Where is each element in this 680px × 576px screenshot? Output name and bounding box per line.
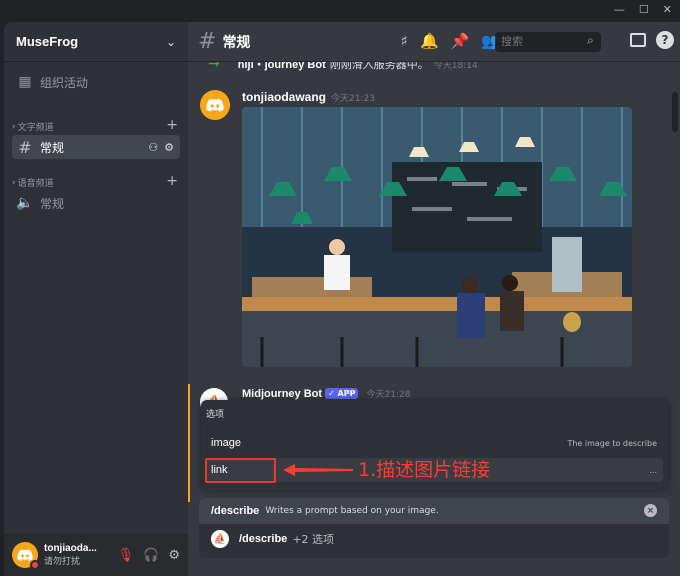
cafe-photo-icon (242, 107, 632, 367)
search-input[interactable] (495, 32, 601, 52)
search-icon[interactable]: ⌕ (587, 33, 594, 48)
add-channel-icon[interactable]: + (166, 173, 178, 189)
sidebar-item-general-voice[interactable]: 🔈 常规 (12, 192, 180, 214)
attached-image[interactable] (242, 107, 632, 367)
dnd-status-icon (30, 560, 40, 570)
command-description: Writes a prompt based on your image. (265, 506, 439, 516)
channel-header: # 常规 ♯ 🔔 📌 👥 ⌕ ? (188, 22, 680, 62)
command-input-bar: /describe Writes a prompt based on your … (199, 498, 669, 558)
message-author[interactable]: Midjourney Bot (242, 388, 322, 400)
discord-logo-icon (17, 549, 33, 561)
avatar[interactable] (200, 90, 230, 120)
timestamp: 今天21:28 (366, 390, 411, 400)
threads-icon[interactable]: ♯ (401, 32, 408, 50)
channel-sidebar: MuseFrog ⌄ ▦ 组织活动 › 文字频道 + # 常规 ⚇ ⚙ › 语音… (4, 22, 188, 576)
discord-logo-icon (206, 98, 224, 112)
user-name: tonjiaoda... (44, 543, 97, 554)
user-panel: tonjiaoda... 请勿打扰 🎙 🎧 ⚙ (4, 534, 188, 576)
scrollbar[interactable] (672, 92, 678, 132)
sailboat-icon: ⛵ (211, 530, 229, 548)
command-input-text: /describe (239, 533, 288, 545)
sidebar-item-label: 组织活动 (40, 75, 89, 90)
hashtag-icon: # (18, 137, 32, 157)
message-input[interactable]: ⛵ /describe +2 选项 (211, 530, 334, 548)
category-text-channels[interactable]: › 文字频道 + (12, 117, 180, 133)
sidebar-item-label: 常规 (40, 196, 65, 211)
category-label: 语音频道 (17, 179, 54, 189)
hashtag-icon: # (198, 29, 217, 54)
option-description: ... (649, 465, 657, 475)
avatar[interactable] (12, 542, 40, 570)
add-member-icon[interactable]: ⚇ (148, 141, 158, 154)
window-titlebar: — ☐ ✕ (0, 0, 680, 22)
user-status: 请勿打扰 (44, 557, 81, 567)
chat-area: # 常规 ♯ 🔔 📌 👥 ⌕ ? → niji・journey Bot 刚刚滑入… (188, 22, 680, 576)
speaker-icon: 🔈 (16, 195, 34, 211)
chevron-down-icon[interactable]: ⌄ (166, 35, 176, 49)
sidebar-item-activity[interactable]: ▦ 组织活动 (12, 72, 180, 92)
popup-title: 选项 (206, 410, 225, 420)
option-name: image (211, 437, 241, 449)
command-info: /describe Writes a prompt based on your … (199, 498, 669, 524)
server-name: MuseFrog (16, 34, 79, 49)
timestamp: 今天21:23 (331, 94, 375, 104)
message-author[interactable]: tonjiaodawang (242, 90, 326, 104)
annotation-highlight-box (205, 458, 276, 483)
calendar-icon: ▦ (18, 74, 32, 90)
maximize-button[interactable]: ☐ (639, 3, 649, 16)
page-title: 常规 (222, 33, 251, 50)
sidebar-item-label: 常规 (40, 140, 65, 155)
headphones-icon[interactable]: 🎧 (143, 548, 159, 563)
gear-icon[interactable]: ⚙ (168, 548, 180, 563)
category-voice-channels[interactable]: › 语音频道 + (12, 173, 180, 189)
annotation-arrow-icon (283, 464, 353, 476)
option-image[interactable]: image The image to describe (205, 431, 663, 455)
app-badge: ✓ APP (325, 388, 359, 399)
help-icon[interactable]: ? (656, 31, 674, 49)
command-extra-options[interactable]: +2 选项 (292, 531, 334, 547)
option-description: The image to describe (567, 438, 657, 448)
message-header: Midjourney Bot ✓ APP 今天21:28 (242, 387, 411, 401)
bell-icon[interactable]: 🔔 (420, 32, 439, 50)
mention-highlight-bar (188, 384, 190, 502)
pin-icon[interactable]: 📌 (451, 32, 470, 50)
annotation-label: 1.描述图片链接 (358, 459, 491, 481)
close-button[interactable]: ✕ (663, 3, 672, 16)
category-label: 文字频道 (17, 123, 54, 133)
sidebar-item-general-text[interactable]: # 常规 ⚇ ⚙ (12, 135, 180, 159)
minimize-button[interactable]: — (614, 3, 625, 16)
close-icon[interactable]: × (644, 504, 657, 517)
add-channel-icon[interactable]: + (166, 117, 178, 133)
chevron-down-icon: › (12, 177, 16, 188)
server-header[interactable]: MuseFrog ⌄ (4, 22, 188, 62)
inbox-icon[interactable] (630, 33, 646, 47)
mute-mic-icon[interactable]: 🎙 (118, 548, 135, 563)
message-header: tonjiaodawang 今天21:23 (242, 90, 375, 104)
gear-icon[interactable]: ⚙ (164, 141, 174, 154)
command-name: /describe (211, 505, 260, 517)
chevron-down-icon: › (12, 121, 16, 132)
